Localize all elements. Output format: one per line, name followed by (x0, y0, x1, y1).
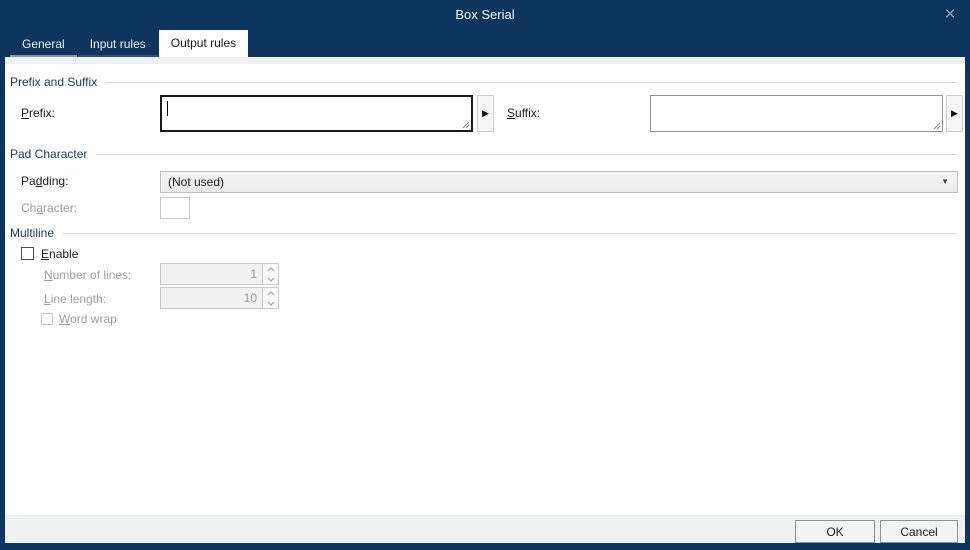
spin-up-button[interactable] (263, 288, 278, 298)
prefix-label: Prefix: (21, 106, 56, 120)
spinner-buttons (263, 263, 279, 285)
padding-selected-value: (Not used) (168, 175, 225, 189)
cancel-button[interactable]: Cancel (880, 520, 958, 543)
line-length-label: Line length: (44, 292, 107, 306)
section-divider (106, 81, 957, 83)
number-of-lines-spinner: 1 (160, 263, 279, 285)
suffix-input[interactable] (650, 95, 943, 132)
ok-button[interactable]: OK (795, 520, 875, 543)
enable-checkbox[interactable] (21, 247, 34, 260)
word-wrap-label: Word wrap (59, 312, 117, 326)
content-top-strip (5, 57, 965, 64)
section-title: Prefix and Suffix (10, 75, 98, 89)
dialog-title: Box Serial (455, 7, 515, 22)
section-divider (96, 153, 957, 155)
title-bar: Box Serial × (0, 0, 970, 30)
line-length-input[interactable]: 10 (160, 287, 263, 309)
chevron-down-icon (267, 301, 274, 306)
padding-label: Padding: (21, 174, 69, 188)
padding-dropdown[interactable]: (Not used) ▼ (160, 171, 958, 193)
chevron-down-icon: ▼ (941, 177, 949, 186)
character-input[interactable] (160, 197, 190, 219)
tab-strip: General Input rules Output rules (5, 30, 965, 57)
section-pad-character-header: Pad Character (10, 147, 957, 161)
suffix-label: Suffix: (507, 106, 541, 120)
section-title: Pad Character (10, 147, 88, 161)
spin-down-button[interactable] (263, 274, 278, 284)
section-multiline-header: Multiline (10, 226, 957, 240)
spinner-buttons (263, 287, 279, 309)
text-caret (167, 101, 168, 116)
chevron-up-icon (267, 266, 274, 271)
resize-grip-icon[interactable] (460, 119, 470, 129)
right-arrow-icon: ▶ (951, 108, 958, 118)
spin-up-button[interactable] (263, 264, 278, 274)
prefix-input[interactable] (160, 95, 473, 132)
tab-output-rules[interactable]: Output rules (158, 30, 249, 57)
section-title: Multiline (10, 226, 55, 240)
number-of-lines-input[interactable]: 1 (160, 263, 263, 285)
close-icon[interactable]: × (938, 3, 962, 27)
chevron-up-icon (267, 290, 274, 295)
number-of-lines-label: Number of lines: (44, 268, 132, 282)
chevron-down-icon (267, 277, 274, 282)
section-divider (63, 232, 957, 234)
word-wrap-checkbox[interactable] (41, 313, 53, 325)
suffix-expand-button[interactable]: ▶ (946, 95, 963, 132)
resize-grip-icon[interactable] (931, 120, 941, 130)
line-length-spinner: 10 (160, 287, 279, 309)
section-prefix-suffix-header: Prefix and Suffix (10, 75, 957, 89)
tab-input-rules[interactable]: Input rules (77, 32, 158, 57)
enable-label: Enable (41, 247, 79, 261)
prefix-expand-button[interactable]: ▶ (477, 95, 494, 132)
character-label: Character: (21, 201, 78, 215)
right-arrow-icon: ▶ (482, 108, 489, 118)
tab-general[interactable]: General (10, 32, 77, 57)
spin-down-button[interactable] (263, 298, 278, 308)
box-serial-dialog: Box Serial × General Input rules Output … (0, 0, 970, 550)
